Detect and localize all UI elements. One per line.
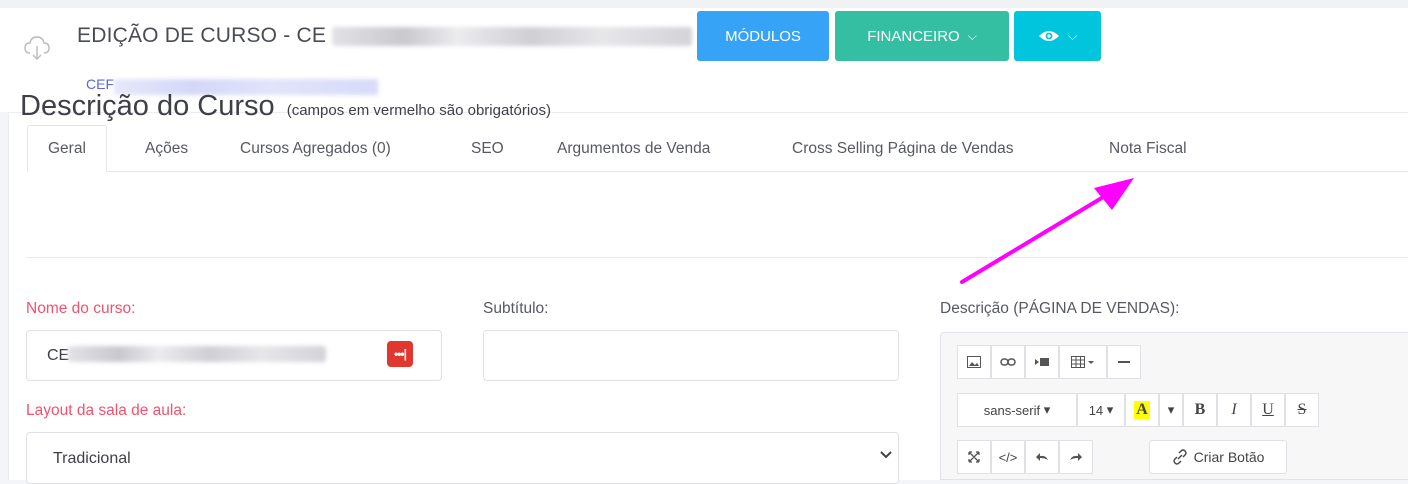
tab-acoes[interactable]: Ações bbox=[145, 125, 188, 172]
rich-text-editor[interactable]: sans-serif ▾ 14 ▾ A ▾ B I U S </> Criar … bbox=[940, 332, 1408, 480]
redacted-title bbox=[332, 27, 692, 46]
section-title: Descrição do Curso (campos em vermelho s… bbox=[20, 90, 551, 123]
cloud-download-icon bbox=[24, 36, 50, 60]
tab-nota-fiscal[interactable]: Nota Fiscal bbox=[1109, 125, 1187, 172]
description-label: Descrição (PÁGINA DE VENDAS): bbox=[940, 300, 1180, 317]
layout-selected-value: Tradicional bbox=[53, 450, 131, 467]
redo-icon[interactable] bbox=[1059, 440, 1093, 474]
tab-label: Cross Selling Página de Vendas bbox=[792, 139, 1014, 157]
subtitle-label: Subtítulo: bbox=[483, 300, 549, 317]
section-title-text: Descrição do Curso bbox=[20, 90, 275, 122]
select-arrow-icon bbox=[880, 448, 892, 462]
image-icon[interactable] bbox=[957, 345, 991, 379]
financeiro-dropdown-button[interactable]: FINANCEIRO ⌵ bbox=[835, 11, 1009, 61]
tab-label: Geral bbox=[48, 139, 86, 157]
font-size-select[interactable]: 14 ▾ bbox=[1077, 393, 1125, 427]
italic-button[interactable]: I bbox=[1217, 393, 1251, 427]
tab-bar: Geral Ações Cursos Agregados (0) SEO Arg… bbox=[27, 125, 1408, 172]
horizontal-rule-icon[interactable] bbox=[1107, 345, 1141, 379]
underline-button[interactable]: U bbox=[1251, 393, 1285, 427]
required-note: (campos em vermelho são obrigatórios) bbox=[286, 102, 551, 119]
table-icon[interactable] bbox=[1059, 345, 1107, 379]
video-icon[interactable] bbox=[1025, 345, 1059, 379]
tab-label: Nota Fiscal bbox=[1109, 139, 1187, 157]
strikethrough-button[interactable]: S bbox=[1285, 393, 1319, 427]
layout-label: Layout da sala de aula: bbox=[26, 402, 187, 419]
course-name-label: Nome do curso: bbox=[26, 300, 136, 317]
divider bbox=[26, 257, 1408, 258]
undo-icon[interactable] bbox=[1025, 440, 1059, 474]
create-button-button[interactable]: Criar Botão bbox=[1149, 440, 1287, 474]
eye-icon bbox=[1038, 31, 1059, 41]
chevron-down-icon: ⌵ bbox=[1067, 28, 1078, 43]
tab-cursos-agregados[interactable]: Cursos Agregados (0) bbox=[240, 125, 391, 172]
color-dropdown-icon[interactable]: ▾ bbox=[1159, 393, 1183, 427]
modulos-button[interactable]: MÓDULOS bbox=[697, 11, 829, 61]
top-bar bbox=[0, 0, 1408, 8]
chevron-down-icon: ⌵ bbox=[967, 28, 977, 43]
text-color-letter: A bbox=[1134, 401, 1150, 419]
tab-geral[interactable]: Geral bbox=[27, 125, 107, 172]
layout-select[interactable] bbox=[26, 432, 899, 484]
link-icon bbox=[1172, 449, 1187, 465]
subtitle-input[interactable] bbox=[483, 330, 899, 381]
text-color-button[interactable]: A bbox=[1125, 393, 1159, 427]
tab-label: Cursos Agregados (0) bbox=[240, 139, 391, 157]
tab-seo[interactable]: SEO bbox=[471, 125, 504, 172]
create-button-label: Criar Botão bbox=[1193, 449, 1265, 465]
bold-button[interactable]: B bbox=[1183, 393, 1217, 427]
tab-label: Ações bbox=[145, 139, 189, 157]
page-title: EDIÇÃO DE CURSO - CE bbox=[77, 24, 327, 47]
fullscreen-icon[interactable] bbox=[957, 440, 991, 474]
redacted-course-name bbox=[68, 346, 326, 362]
financeiro-label: FINANCEIRO bbox=[867, 27, 960, 45]
code-view-button[interactable]: </> bbox=[991, 440, 1025, 474]
link-icon[interactable] bbox=[991, 345, 1025, 379]
password-manager-icon[interactable]: •••| bbox=[387, 341, 413, 367]
font-family-select[interactable]: sans-serif ▾ bbox=[957, 393, 1077, 427]
tab-argumentos-venda[interactable]: Argumentos de Venda bbox=[557, 125, 710, 172]
tab-cross-selling[interactable]: Cross Selling Página de Vendas bbox=[792, 125, 1013, 172]
tab-label: Argumentos de Venda bbox=[557, 139, 711, 157]
course-name-value: CE bbox=[47, 346, 70, 364]
modulos-label: MÓDULOS bbox=[725, 27, 801, 45]
font-family-value: sans-serif bbox=[983, 402, 1041, 418]
font-size-value: 14 bbox=[1088, 402, 1104, 418]
preview-dropdown-button[interactable]: ⌵ bbox=[1014, 11, 1101, 61]
tab-label: SEO bbox=[471, 139, 504, 157]
